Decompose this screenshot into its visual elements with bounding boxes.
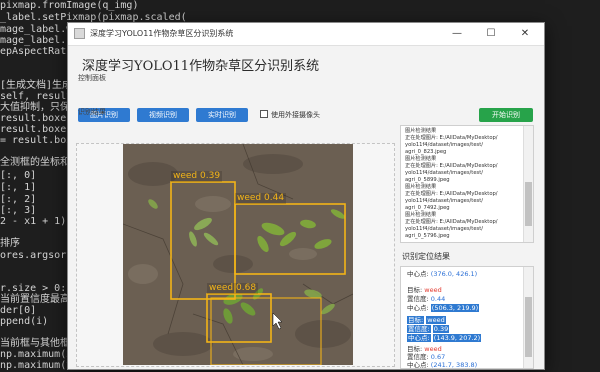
confidence-label: 置信度:	[407, 353, 429, 361]
log-line: yolo11f4/dataset/images/test/	[405, 198, 484, 204]
confidence-value: 0.39	[432, 325, 450, 333]
external-camera-checkbox[interactable]	[260, 110, 268, 118]
log-line: 图片检测结果	[405, 212, 437, 218]
loc-class-line: 目标: weed	[407, 316, 446, 324]
log-line: agri_0_823.jpeg	[405, 149, 447, 155]
loc-center-line: 中心点: (376.0, 426.1)	[407, 270, 477, 278]
control-panel-label: 控制面板	[78, 74, 106, 82]
close-button[interactable]: ✕	[514, 26, 536, 42]
log-line: 图片检测结果	[405, 128, 437, 134]
field-photo	[123, 144, 353, 365]
detection-label: weed 0.39	[171, 171, 223, 182]
log-panel[interactable]: 图片检测结果 正在处理图片: E:/AllData/MyDesktop/ yol…	[400, 125, 534, 243]
log-line: yolo11f4/dataset/images/test/	[405, 170, 484, 176]
loc-center-line: 中心点: (506.3, 219.9)	[407, 304, 480, 312]
confidence-value: 0.67	[430, 353, 446, 361]
detection-label: weed 0.68	[207, 283, 259, 294]
confidence-value: 0.44	[430, 295, 446, 303]
center-value: (506.3, 219.9)	[430, 304, 480, 312]
loc-conf-line: 置信度: 0.39	[407, 325, 450, 333]
log-line: 图片检测结果	[405, 156, 437, 162]
code-line: [:, 1]	[0, 182, 37, 193]
log-line: yolo11f4/dataset/images/test/	[405, 142, 484, 148]
log-line: agri_0_5899.jpeg	[405, 177, 450, 183]
external-camera-label: 使用外接摄像头	[271, 111, 320, 119]
log-line: yolo11f4/dataset/images/test/	[405, 226, 484, 232]
minimize-button[interactable]: —	[446, 26, 468, 42]
code-line: [:, 0]	[0, 170, 37, 181]
center-value: (143.9, 207.2)	[432, 334, 482, 342]
class-label: 目标:	[407, 345, 423, 353]
result-image: weed 0.39 weed 0.44 weed 0.68	[123, 144, 353, 365]
realtime-recognition-button[interactable]: 实时识别	[196, 108, 248, 122]
code-line: ppend(i)	[0, 316, 49, 327]
window-title: 深度学习YOLO11作物杂草区分识别系统	[90, 29, 234, 38]
title-bar[interactable]: 深度学习YOLO11作物杂草区分识别系统 — ☐ ✕	[68, 23, 544, 46]
code-line: 排序	[0, 238, 20, 249]
video-recognition-button[interactable]: 视频识别	[137, 108, 189, 122]
location-result-title: 识别定位结果	[402, 252, 450, 261]
loc-conf-line: 置信度: 0.44	[407, 295, 445, 303]
center-label: 中心点:	[407, 304, 429, 312]
class-value: weed	[426, 316, 446, 324]
center-value: (376.0, 426.1)	[430, 270, 478, 278]
log-line: 正在处理图片: E:/AllData/MyDesktop/	[405, 219, 498, 225]
log-line: agri_0_5796.jpeg	[405, 233, 450, 239]
loc-center-line: 中心点: (143.9, 207.2)	[407, 334, 482, 342]
log-line: 正在处理图片: E:/AllData/MyDesktop/	[405, 191, 498, 197]
log-scroll-thumb[interactable]	[525, 182, 532, 226]
app-window: 深度学习YOLO11作物杂草区分识别系统 — ☐ ✕ 深度学习YOLO11作物杂…	[67, 22, 545, 370]
loc-class-line: 目标: weed	[407, 345, 442, 353]
maximize-button[interactable]: ☐	[480, 26, 502, 42]
log-line: 正在处理图片: E:/AllData/MyDesktop/	[405, 135, 498, 141]
class-value: weed	[424, 345, 442, 353]
class-label: 目标:	[407, 286, 423, 294]
center-label: 中心点:	[407, 270, 429, 278]
log-line: 图片检测结果	[405, 184, 437, 190]
log-scrollbar[interactable]	[523, 126, 533, 242]
log-line: agri_0_7492.jpeg	[405, 205, 450, 211]
class-value: weed	[424, 286, 442, 294]
location-result-panel[interactable]: 中心点: (376.0, 426.1) 目标: weed 置信度: 0.44 中…	[400, 266, 534, 369]
confidence-label: 置信度:	[407, 325, 431, 333]
location-scrollbar[interactable]	[523, 267, 533, 368]
loc-class-line: 目标: weed	[407, 286, 442, 294]
location-scroll-thumb[interactable]	[525, 297, 532, 357]
class-label: 目标:	[407, 316, 425, 324]
detection-label: weed 0.44	[235, 193, 287, 204]
start-recognition-button[interactable]: 开始识别	[479, 108, 533, 122]
code-line: pixmap.fromImage(q_img)	[0, 0, 139, 11]
result-label: 识别结果	[78, 108, 106, 116]
log-line: 正在处理图片: E:/AllData/MyDesktop/	[405, 163, 498, 169]
confidence-label: 置信度:	[407, 295, 429, 303]
app-icon	[74, 28, 85, 39]
loc-conf-line: 置信度: 0.67	[407, 353, 445, 361]
center-label: 中心点:	[407, 334, 431, 342]
page-title: 深度学习YOLO11作物杂草区分识别系统	[82, 59, 320, 74]
